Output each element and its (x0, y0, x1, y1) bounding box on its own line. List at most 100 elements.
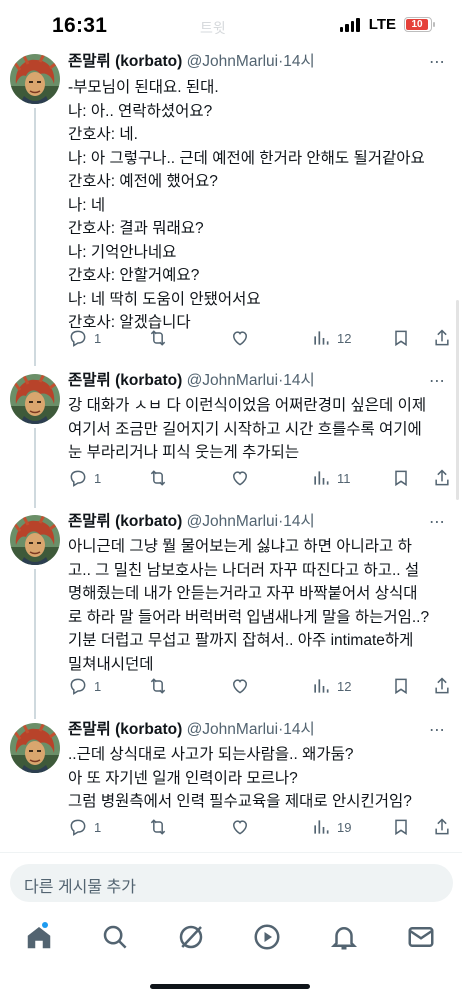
tweet-line: 나: 기억안나네요 (68, 243, 177, 261)
more-options-icon[interactable]: ⋯ (429, 720, 446, 740)
network-label: LTE (368, 16, 396, 33)
more-options-icon[interactable]: ⋯ (429, 52, 446, 72)
retweet-button[interactable] (148, 817, 168, 837)
share-icon (435, 329, 449, 346)
reply-button[interactable]: 1 (68, 676, 101, 696)
tweet-line: 나: 네 딱히 도움이 안됐어서요 (68, 290, 261, 308)
bookmark-button[interactable] (391, 328, 411, 348)
add-post-placeholder: 다른 게시물 추가 (24, 879, 136, 896)
retweet-button[interactable] (148, 468, 168, 488)
add-post-input[interactable]: 다른 게시물 추가 (10, 864, 453, 902)
tweet-actions: 1 12 (68, 676, 453, 698)
bottom-tab-bar (0, 912, 462, 962)
signal-icon (339, 17, 360, 32)
reply-count: 1 (94, 819, 102, 835)
tweet-text: ..근데 상식대로 사고가 되는사람을.. 왜가둠? 아 또 자기넨 일개 인력… (68, 743, 452, 814)
reply-icon (70, 819, 86, 836)
tweet-actions: 1 11 (68, 468, 453, 490)
like-button[interactable] (230, 817, 250, 837)
tweet-header: 존말뤼 (korbato) @JohnMarlui·14시 (68, 721, 315, 738)
tweet-line: 간호사: 예전에 했어요? (68, 173, 218, 190)
avatar[interactable] (10, 374, 60, 424)
like-button[interactable] (230, 676, 250, 696)
views-button[interactable]: 12 (311, 676, 351, 696)
like-button[interactable] (230, 328, 250, 348)
tweet-line: 여기서 조금만 길어지기 시작하고 시간 흐를수록 여기에 (68, 420, 422, 438)
status-indicators: LTE 10 (339, 16, 435, 33)
retweet-icon (150, 678, 166, 694)
tweet-header: 존말뤼 (korbato) @JohnMarlui·14시 (68, 372, 315, 389)
author-name[interactable]: 존말뤼 (korbato) (68, 513, 182, 530)
author-name[interactable]: 존말뤼 (korbato) (68, 53, 182, 70)
tweet-line: 아 또 자기넨 일개 인력이라 모르나? (68, 769, 298, 787)
more-options-icon[interactable]: ⋯ (429, 371, 446, 391)
tab-messages[interactable] (406, 922, 436, 952)
tweet-line: 밀쳐내시던데 (68, 655, 154, 673)
author-name[interactable]: 존말뤼 (korbato) (68, 721, 182, 738)
tweet-time[interactable]: 14시 (283, 721, 315, 738)
status-time: 16:31 (52, 14, 108, 37)
tab-search[interactable] (100, 922, 130, 952)
tweet-line: 간호사: 네. (68, 126, 138, 143)
tweet-time[interactable]: 14시 (283, 513, 315, 530)
share-icon (435, 677, 449, 694)
tweet-line: 그럼 병원측에서 인력 필수교육을 제대로 안시킨거임? (68, 793, 412, 810)
avatar[interactable] (10, 54, 60, 104)
home-icon (27, 927, 51, 949)
like-button[interactable] (230, 468, 250, 488)
tweet-line: ..근데 상식대로 사고가 되는사람을.. 왜가둠? (68, 746, 354, 763)
views-icon (314, 679, 329, 693)
tweet-line: 나: 아.. 연락하셨어요? (68, 102, 213, 120)
reply-icon (70, 330, 86, 347)
avatar[interactable] (10, 723, 60, 773)
reply-icon (70, 470, 86, 487)
retweet-button[interactable] (148, 328, 168, 348)
avatar[interactable] (10, 515, 60, 565)
reply-button[interactable]: 1 (68, 817, 101, 837)
share-icon (435, 469, 449, 486)
retweet-icon (150, 330, 166, 346)
author-handle[interactable]: @JohnMarlui (187, 513, 279, 530)
tweet-line: 강 대화가 ㅅㅂ 다 이런식이었음 어쩌란경미 싶은데 이제 (68, 397, 427, 414)
battery-level: 10 (406, 19, 428, 30)
tweet-line: 간호사: 결과 뭐래요? (68, 220, 204, 237)
grok-icon (179, 925, 203, 949)
bookmark-button[interactable] (391, 468, 411, 488)
views-button[interactable]: 12 (311, 328, 351, 348)
tab-grok[interactable] (176, 922, 206, 952)
tab-video[interactable] (252, 922, 282, 952)
reply-count: 1 (94, 330, 102, 346)
home-indicator[interactable] (150, 984, 310, 989)
share-button[interactable] (432, 468, 452, 488)
tweet-header: 존말뤼 (korbato) @JohnMarlui·14시 (68, 513, 315, 530)
tab-home[interactable] (24, 922, 54, 952)
tweet-time[interactable]: 14시 (283, 53, 315, 70)
tweet-time[interactable]: 14시 (283, 372, 315, 389)
author-name[interactable]: 존말뤼 (korbato) (68, 372, 182, 389)
author-handle[interactable]: @JohnMarlui (187, 53, 279, 70)
tab-notifications[interactable] (329, 922, 359, 952)
tweet-line: -부모님이 된대요. 된대. (68, 79, 219, 96)
share-button[interactable] (432, 817, 452, 837)
views-button[interactable]: 11 (311, 468, 351, 488)
views-icon (314, 471, 329, 485)
reply-button[interactable]: 1 (68, 468, 101, 488)
notification-dot (42, 922, 48, 928)
more-options-icon[interactable]: ⋯ (429, 512, 446, 532)
tweet-text: 강 대화가 ㅅㅂ 다 이런식이었음 어쩌란경미 싶은데 이제 여기서 조금만 길… (68, 394, 452, 465)
bookmark-button[interactable] (391, 817, 411, 837)
views-count: 12 (337, 678, 352, 694)
scrollbar[interactable] (456, 300, 459, 500)
share-button[interactable] (432, 676, 452, 696)
views-count: 11 (337, 470, 351, 486)
author-handle[interactable]: @JohnMarlui (187, 721, 279, 738)
share-button[interactable] (432, 328, 452, 348)
views-button[interactable]: 19 (311, 817, 351, 837)
bookmark-button[interactable] (391, 676, 411, 696)
author-handle[interactable]: @JohnMarlui (187, 372, 279, 389)
tweet-line: 눈 부라리거나 피식 웃는게 추가되는 (68, 444, 300, 461)
bookmark-icon (395, 330, 407, 347)
retweet-button[interactable] (148, 676, 168, 696)
thread-line (34, 108, 36, 366)
reply-button[interactable]: 1 (68, 328, 101, 348)
